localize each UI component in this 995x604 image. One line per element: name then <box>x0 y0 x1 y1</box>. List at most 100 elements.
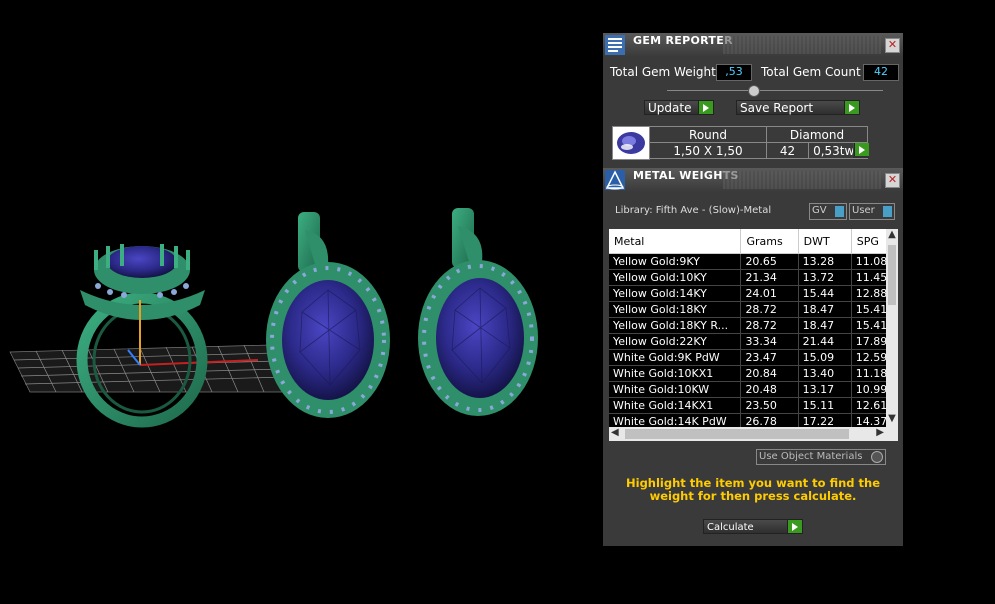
table-cell: 23.47 <box>740 349 799 366</box>
close-icon[interactable]: ✕ <box>885 173 900 188</box>
calculate-button[interactable]: Calculate <box>703 519 803 534</box>
total-gem-count-label: Total Gem Count <box>761 65 861 79</box>
table-cell: 10.99 <box>851 381 886 398</box>
scroll-right-icon[interactable]: ▶ <box>876 427 884 438</box>
table-cell: 13.28 <box>798 253 852 270</box>
table-row[interactable]: Yellow Gold:18KY R... 28.72 18.47 15.41 <box>609 317 886 334</box>
table-cell: Yellow Gold:18KY R... <box>609 317 742 334</box>
viewport-scene <box>9 208 538 428</box>
table-cell: 15.41 <box>851 317 886 334</box>
column-header[interactable]: Metal <box>609 229 742 254</box>
table-cell: 26.78 <box>740 413 799 427</box>
table-cell: White Gold:9K PdW <box>609 349 742 366</box>
close-icon[interactable]: ✕ <box>885 38 900 53</box>
metal-weights-table[interactable]: Metal Grams DWT SPG Yellow Gold:9KY 20.65… <box>609 229 886 427</box>
save-report-button[interactable]: Save Report <box>736 100 860 115</box>
table-cell: 13.17 <box>798 381 852 398</box>
column-header[interactable]: SPG <box>851 229 886 254</box>
gem-slider-track[interactable] <box>667 90 883 91</box>
table-cell: 33.34 <box>740 333 799 350</box>
play-icon <box>854 143 869 156</box>
library-label: Library: Fifth Ave - (Slow)-Metal <box>615 205 772 216</box>
table-cell: 12.59 <box>851 349 886 366</box>
vertical-scroll-thumb[interactable] <box>888 245 896 305</box>
gem-info-table: Round Diamond 1,50 X 1,50 42 0,53tw <box>649 126 868 159</box>
table-cell: 20.65 <box>740 253 799 270</box>
user-toggle[interactable]: User <box>849 203 895 220</box>
table-row[interactable]: White Gold:10KX1 20.84 13.40 11.18 <box>609 365 886 382</box>
table-row[interactable]: White Gold:14KX1 23.50 15.11 12.61 <box>609 397 886 414</box>
table-cell: 28.72 <box>740 301 799 318</box>
table-cell: 15.41 <box>851 301 886 318</box>
table-row[interactable]: White Gold:9K PdW 23.47 15.09 12.59 <box>609 349 886 366</box>
table-cell: 11.18 <box>851 365 886 382</box>
titlebar-grip <box>723 171 881 189</box>
table-cell: Yellow Gold:9KY <box>609 253 742 270</box>
gv-label: GV <box>812 205 827 216</box>
table-cell: White Gold:10KX1 <box>609 365 742 382</box>
column-header[interactable]: Grams <box>740 229 799 254</box>
scroll-up-icon[interactable]: ▲ <box>887 229 897 243</box>
metal-weights-titlebar[interactable]: METAL WEIGHTS ✕ <box>603 168 903 192</box>
table-row[interactable]: Yellow Gold:14KY 24.01 15.44 12.88 <box>609 285 886 302</box>
scroll-down-icon[interactable]: ▼ <box>887 413 897 427</box>
table-row[interactable]: White Gold:10KW 20.48 13.17 10.99 <box>609 381 886 398</box>
update-button-label: Update <box>648 101 692 115</box>
horizontal-scrollbar[interactable]: ◀ ▶ <box>609 427 898 441</box>
table-cell: 11.08 <box>851 253 886 270</box>
use-object-materials-toggle[interactable]: Use Object Materials <box>756 449 886 465</box>
toggle-indicator-icon <box>883 206 892 217</box>
table-cell: 21.44 <box>798 333 852 350</box>
ring-model <box>76 244 208 428</box>
pendant-model-right <box>418 208 538 416</box>
horizontal-scroll-thumb[interactable] <box>625 429 849 439</box>
total-gem-weight-value: ,53 <box>716 64 752 81</box>
gem-size: 1,50 X 1,50 <box>649 142 767 159</box>
total-gem-weight-label: Total Gem Weight <box>610 65 716 79</box>
gem-thumbnail[interactable] <box>612 126 650 160</box>
table-cell: 20.84 <box>740 365 799 382</box>
table-cell: 11.45 <box>851 269 886 286</box>
metal-weights-icon <box>605 170 625 190</box>
table-row[interactable]: White Gold:14K PdW 26.78 17.22 14.37 <box>609 413 886 427</box>
table-row[interactable]: Yellow Gold:18KY 28.72 18.47 15.41 <box>609 301 886 318</box>
table-cell: 23.50 <box>740 397 799 414</box>
play-icon <box>787 520 802 533</box>
gem-count: 42 <box>765 142 810 159</box>
table-cell: Yellow Gold:10KY <box>609 269 742 286</box>
3d-viewport[interactable] <box>0 0 600 601</box>
table-cell: 15.09 <box>798 349 852 366</box>
table-cell: Yellow Gold:18KY <box>609 301 742 318</box>
gem-reporter-titlebar[interactable]: GEM REPORTER ✕ <box>603 33 903 57</box>
column-header[interactable]: DWT <box>798 229 852 254</box>
table-row[interactable]: Yellow Gold:22KY 33.34 21.44 17.89 <box>609 333 886 350</box>
side-panel: GEM REPORTER ✕ Total Gem Weight ,53 Tota… <box>603 33 903 546</box>
table-cell: 12.88 <box>851 285 886 302</box>
table-cell: 12.61 <box>851 397 886 414</box>
table-cell: 28.72 <box>740 317 799 334</box>
table-cell: White Gold:14KX1 <box>609 397 742 414</box>
gv-toggle[interactable]: GV <box>809 203 847 220</box>
table-cell: White Gold:14K PdW <box>609 413 742 427</box>
table-cell: Yellow Gold:22KY <box>609 333 742 350</box>
table-cell: 21.34 <box>740 269 799 286</box>
table-cell: 13.72 <box>798 269 852 286</box>
radio-icon <box>871 451 883 463</box>
update-button[interactable]: Update <box>644 100 714 115</box>
gem-slider-thumb[interactable] <box>748 85 760 97</box>
vertical-scrollbar[interactable]: ▲ ▼ <box>886 229 898 427</box>
table-cell: 17.89 <box>851 333 886 350</box>
gem-shape: Round <box>649 126 767 143</box>
table-row[interactable]: Yellow Gold:9KY 20.65 13.28 11.08 <box>609 253 886 270</box>
table-cell: Yellow Gold:14KY <box>609 285 742 302</box>
total-gem-count-value: 42 <box>863 64 899 81</box>
scroll-left-icon[interactable]: ◀ <box>611 427 619 438</box>
gem-go-button[interactable] <box>853 143 869 158</box>
toggle-indicator-icon <box>835 206 844 217</box>
gem-type: Diamond <box>766 126 868 143</box>
gem-reporter-title: GEM REPORTER <box>633 34 733 47</box>
instruction-text: Highlight the item you want to find the … <box>626 476 880 503</box>
save-report-button-label: Save Report <box>740 101 814 115</box>
table-row[interactable]: Yellow Gold:10KY 21.34 13.72 11.45 <box>609 269 886 286</box>
table-cell: 15.44 <box>798 285 852 302</box>
